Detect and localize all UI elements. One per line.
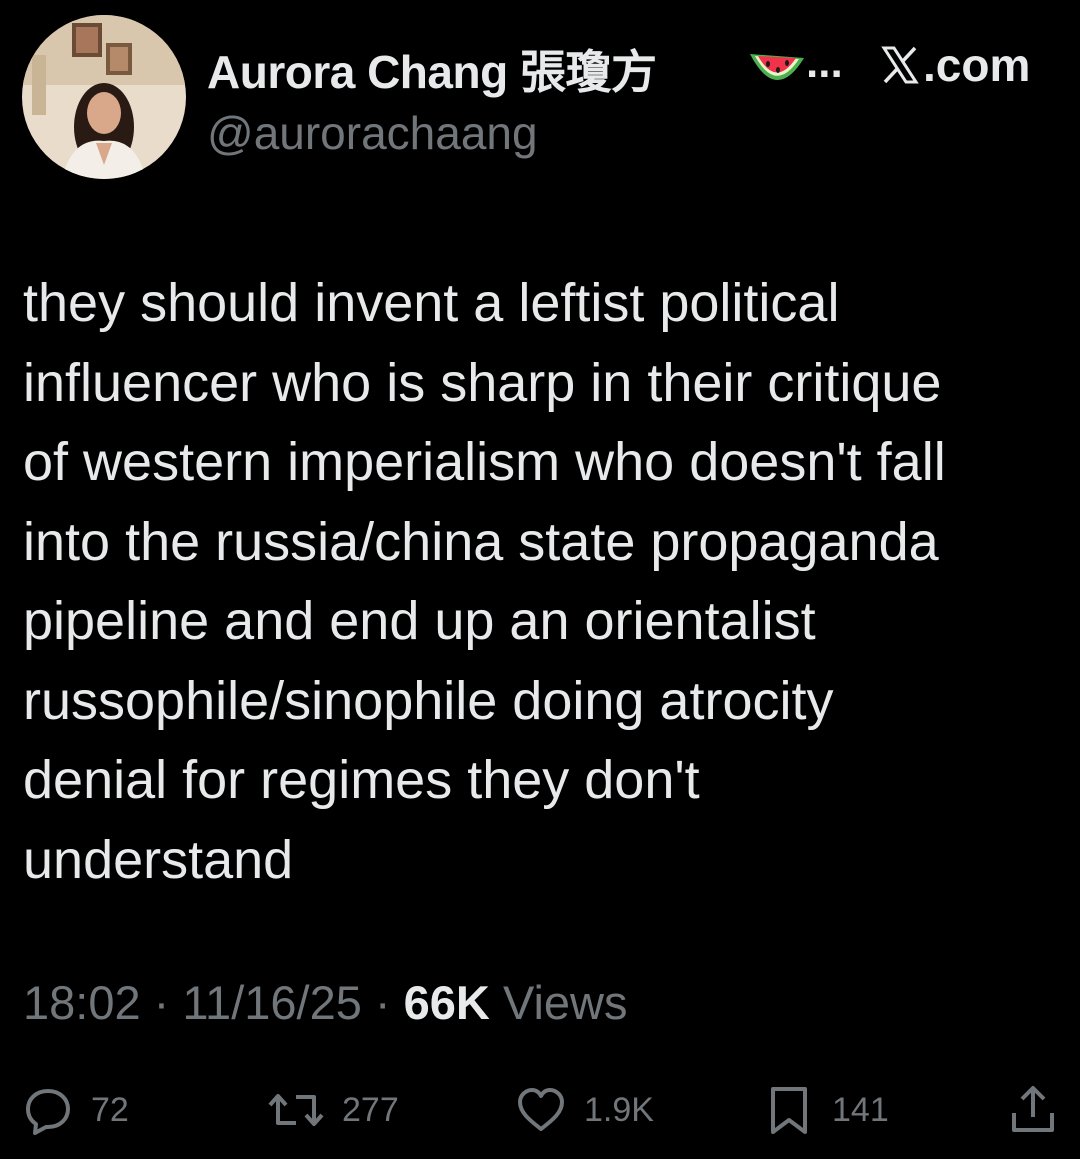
share-button[interactable]: [1008, 1080, 1058, 1140]
tweet-date[interactable]: 11/16/25: [182, 976, 361, 1029]
views-count: 66K: [403, 976, 490, 1029]
tweet-line: russophile/sinophile doing atrocity: [23, 670, 834, 731]
reply-button[interactable]: 72: [23, 1080, 129, 1140]
bookmark-button[interactable]: 141: [764, 1080, 889, 1140]
tweet-line: they should invent a leftist political: [23, 273, 840, 333]
repost-button[interactable]: 277: [268, 1080, 399, 1140]
tweet-text: they should invent a leftist political i…: [23, 264, 1063, 900]
tweet-line: into the russia/china state propaganda: [23, 511, 939, 572]
watermelon-icon: [750, 54, 804, 81]
share-icon: [1012, 1086, 1054, 1132]
views-label: Views: [502, 976, 628, 1029]
tweet-line: denial for regimes they don't: [23, 750, 700, 810]
x-logo-icon: [881, 46, 919, 84]
action-bar: 72 277 1.9K 141: [0, 1080, 1080, 1140]
name-truncation: ...: [806, 38, 843, 87]
source-link[interactable]: .com: [880, 38, 1030, 92]
author-handle[interactable]: @aurorachaang: [207, 106, 538, 160]
avatar[interactable]: [22, 15, 186, 179]
bookmark-count: 141: [832, 1090, 889, 1129]
tweet-line: influencer who is sharp in their critiqu…: [23, 352, 942, 413]
tweet-meta: 18:02 · 11/16/25 · 66K Views: [23, 975, 627, 1030]
repost-count: 277: [342, 1090, 399, 1129]
tweet-line: of western imperialism who doesn't fall: [23, 432, 946, 492]
like-button[interactable]: 1.9K: [516, 1080, 654, 1140]
avatar-photo: [22, 15, 186, 179]
meta-separator: ·: [140, 976, 183, 1029]
source-label: .com: [923, 39, 1031, 91]
reply-icon: [26, 1089, 70, 1135]
like-count: 1.9K: [584, 1090, 654, 1129]
tweet-line: understand: [23, 829, 294, 890]
author-display-name[interactable]: Aurora Chang 張瓊方: [207, 36, 657, 102]
tweet-time[interactable]: 18:02: [23, 976, 141, 1029]
tweet-line: pipeline and end up an orientalist: [23, 591, 816, 651]
repost-icon: [268, 1094, 324, 1126]
reply-count: 72: [91, 1090, 129, 1129]
heart-icon: [518, 1088, 564, 1131]
bookmark-icon: [771, 1087, 807, 1134]
meta-separator: ·: [361, 976, 404, 1029]
